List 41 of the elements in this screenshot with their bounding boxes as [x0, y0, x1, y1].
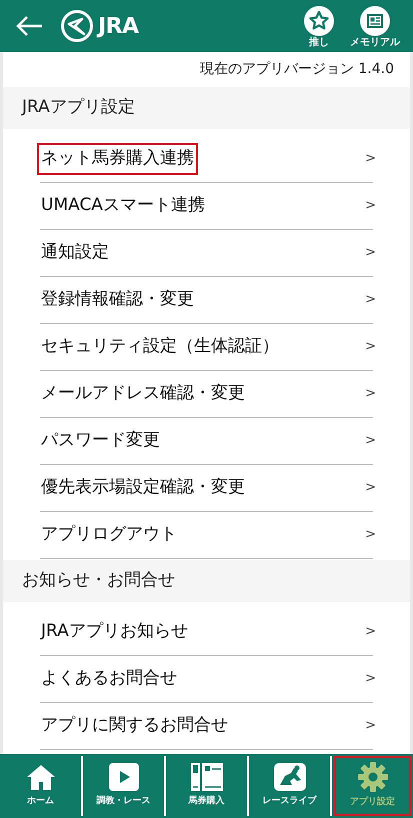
settings-item[interactable]: よくあるお問合せ [37, 663, 181, 695]
ticket-icon [190, 763, 222, 792]
settings-item[interactable]: 登録情報確認・変更 [37, 284, 198, 316]
logo-text: JRA [98, 12, 139, 40]
version-text: 現在のアプリバージョン 1.4.0 [200, 60, 394, 78]
gear-icon [358, 762, 388, 792]
chevron-icon: > [365, 669, 376, 689]
chevron-icon: > [365, 337, 376, 357]
chevron-icon: > [365, 384, 376, 404]
chevron-icon: > [365, 149, 376, 169]
home-icon [26, 763, 56, 792]
settings-item[interactable]: 優先表示場設定確認・変更 [37, 472, 249, 504]
tab-button[interactable]: 馬券購入 [168, 756, 245, 816]
chevron-icon: > [365, 290, 376, 310]
chevron-icon: > [365, 243, 376, 263]
chevron-icon: > [365, 196, 376, 216]
chevron-icon: > [365, 622, 376, 642]
chevron-icon: > [365, 431, 376, 451]
section-header: JRAアプリ設定 [3, 87, 410, 129]
chevron-icon: > [365, 525, 376, 545]
logo-icon [60, 9, 94, 43]
tab-button[interactable]: レースライブ [251, 756, 328, 816]
play-icon [108, 763, 138, 792]
chevron-icon: > [365, 716, 376, 736]
settings-item[interactable]: アプリログアウト [37, 519, 181, 551]
horse-icon [274, 763, 306, 792]
settings-item[interactable]: アプリに関するお問合せ [37, 710, 232, 742]
album-icon [360, 6, 390, 36]
section-header: お知らせ・お問合せ [3, 560, 410, 602]
settings-item[interactable]: JRAアプリお知らせ [37, 616, 192, 648]
chevron-icon: > [365, 478, 376, 498]
settings-item[interactable]: ネット馬券購入連携 [37, 143, 198, 175]
settings-item[interactable]: UMACAスマート連携 [37, 190, 209, 222]
header-action-button[interactable]: 推し [297, 2, 341, 50]
settings-item[interactable]: パスワード変更 [37, 425, 164, 457]
settings-item[interactable]: メールアドレス確認・変更 [37, 378, 249, 410]
tab-button[interactable]: ホーム [2, 756, 79, 816]
settings-item[interactable]: セキュリティ設定（生体認証） [37, 331, 283, 363]
back-arrow-icon[interactable] [16, 15, 44, 37]
settings-item[interactable]: 通知設定 [37, 237, 113, 269]
tab-button[interactable]: 調教・レース [85, 756, 162, 816]
